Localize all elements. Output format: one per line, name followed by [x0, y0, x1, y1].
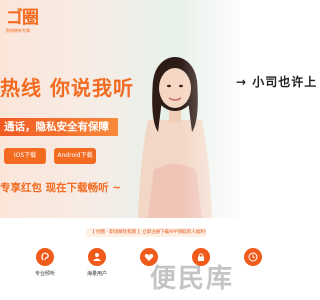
feature-item[interactable]: 专业倾听: [30, 248, 60, 277]
banner-headline: 热线 你说我听: [0, 76, 134, 100]
site-logo[interactable]: ゴ圈 即刻拥有专属: [6, 10, 40, 34]
watermark-text: 便民库: [150, 264, 235, 294]
model-portrait-image: [138, 57, 212, 218]
next-slide-text: → 小司也许上: [236, 75, 318, 89]
hero-banner: ゴ圈 即刻拥有专属 热线 你说我听 通话，隐私安全有保障 IOS下载 Andro…: [0, 0, 240, 218]
feature-label: 海量用户: [86, 271, 107, 277]
clock-icon: [244, 248, 262, 266]
users-icon: [88, 248, 106, 266]
android-download-button[interactable]: Android下载: [54, 148, 96, 164]
banner-subline: 通话，隐私安全有保障: [0, 118, 118, 136]
feature-item[interactable]: [238, 248, 268, 270]
feature-label: 专业倾听: [34, 271, 55, 277]
announcement-bar[interactable]: 【 付圈 · 职场解忧指南 】立即注册下载APP领取新人福利！: [86, 228, 206, 237]
logo-mark: ゴ圈: [6, 8, 39, 28]
banner-tagline: 专享红包 现在下载畅听 ~: [0, 182, 122, 194]
ear-icon: [36, 248, 54, 266]
logo-subtitle: 即刻拥有专属: [6, 28, 30, 33]
ios-download-button[interactable]: IOS下载: [4, 148, 46, 164]
feature-item[interactable]: 海量用户: [82, 248, 112, 277]
